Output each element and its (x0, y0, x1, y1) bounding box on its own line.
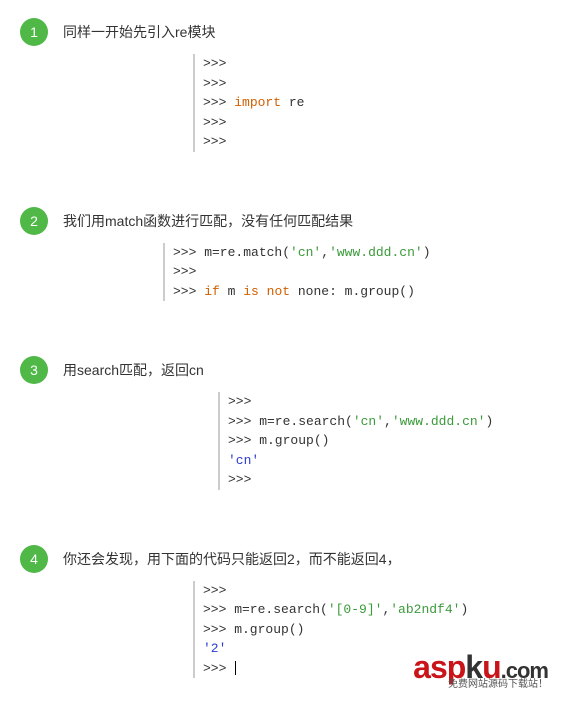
step-title: 我们用match函数进行匹配，没有任何匹配结果 (63, 211, 550, 231)
step-body: 用search匹配，返回cn >>>>>> m=re.search('cn','w… (63, 356, 550, 490)
step-body: 同样一开始先引入re模块 >>>>>>>>> import re>>>>>> (63, 18, 550, 152)
step-number-badge: 2 (20, 207, 48, 235)
step-1: 1 同样一开始先引入re模块 >>>>>>>>> import re>>>>>> (20, 18, 550, 152)
watermark-logo: aspku.com 免费网站源码下载站！ (413, 651, 548, 690)
step-2: 2 我们用match函数进行匹配，没有任何匹配结果 >>> m=re.match('… (20, 207, 550, 302)
step-title: 你还会发现，用下面的代码只能返回2，而不能返回4， (63, 549, 550, 569)
watermark-brand: aspku.com (413, 651, 548, 683)
step-title: 同样一开始先引入re模块 (63, 22, 550, 42)
step-title: 用search匹配，返回cn (63, 360, 550, 380)
step-number-badge: 4 (20, 545, 48, 573)
code-block: >>>>>>>>> import re>>>>>> (193, 54, 550, 152)
code-block: >>> m=re.match('cn','www.ddd.cn')>>>>>> … (163, 243, 550, 302)
code-block: >>>>>> m=re.search('cn','www.ddd.cn')>>>… (218, 392, 550, 490)
step-number-badge: 1 (20, 18, 48, 46)
step-3: 3 用search匹配，返回cn >>>>>> m=re.search('cn','… (20, 356, 550, 490)
step-body: 我们用match函数进行匹配，没有任何匹配结果 >>> m=re.match('c… (63, 207, 550, 302)
step-number-badge: 3 (20, 356, 48, 384)
